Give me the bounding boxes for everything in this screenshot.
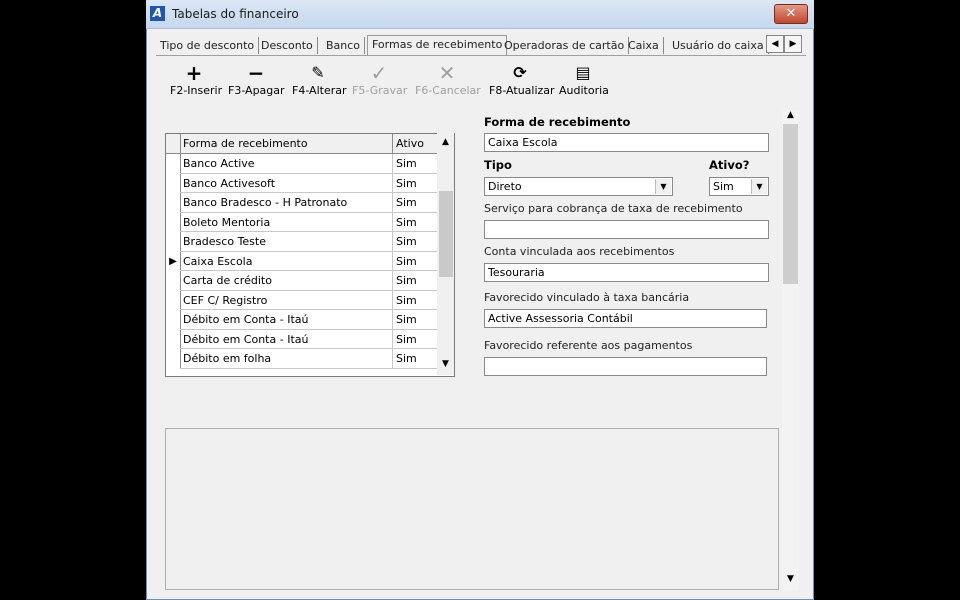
- delete-button[interactable]: − F3-Apagar: [228, 61, 285, 98]
- tab-usuario-do-caixa[interactable]: Usuário do caixa: [668, 37, 769, 54]
- scroll-up-icon[interactable]: ▲: [439, 137, 452, 147]
- table-cell-forma[interactable]: Bradesco Teste: [180, 232, 393, 251]
- row-indicator[interactable]: [166, 212, 181, 232]
- tab-banco[interactable]: Banco: [322, 37, 366, 54]
- ativo-label: Ativo?: [709, 158, 750, 172]
- table-cell-forma[interactable]: Banco Active: [180, 154, 393, 173]
- favorecido-pag-field[interactable]: [484, 357, 767, 376]
- conta-label: Conta vinculada aos recebimentos: [484, 245, 675, 258]
- refresh-label: F8-Atualizar: [489, 84, 555, 97]
- row-indicator[interactable]: [166, 310, 181, 329]
- tab-scroll-left-icon[interactable]: ◀: [766, 35, 784, 53]
- row-indicator[interactable]: [166, 329, 181, 349]
- grid-header-indicator: [166, 134, 181, 153]
- row-indicator[interactable]: [166, 173, 181, 193]
- conta-field[interactable]: Tesouraria: [484, 263, 769, 282]
- tipo-select[interactable]: Direto ▼: [484, 177, 673, 196]
- x-icon: ✕: [438, 61, 456, 85]
- insert-button[interactable]: + F2-Inserir: [170, 61, 223, 98]
- insert-label: F2-Inserir: [170, 84, 223, 97]
- tab-operadoras-de-cartao[interactable]: Operadoras de cartão: [500, 37, 630, 54]
- audit-icon: ▤: [575, 63, 591, 82]
- chevron-down-icon[interactable]: ▼: [655, 179, 671, 194]
- row-indicator[interactable]: ▶: [166, 251, 181, 271]
- refresh-icon: ⟳: [513, 63, 527, 82]
- bottom-panel: [165, 428, 779, 590]
- table-cell-forma[interactable]: Carta de crédito: [180, 271, 393, 290]
- tab-divider: [156, 55, 806, 56]
- row-indicator[interactable]: [166, 232, 181, 251]
- grid-header: Forma de recebimento Ativo: [166, 134, 454, 154]
- servico-label: Serviço para cobrança de taxa de recebim…: [484, 202, 743, 215]
- table-cell-forma[interactable]: CEF C/ Registro: [180, 290, 393, 310]
- save-label: F5-Gravar: [352, 84, 408, 97]
- favorecido-taxa-field[interactable]: Active Assessoria Contábil: [484, 309, 767, 328]
- grid-scrollbar[interactable]: ▲ ▼: [437, 133, 454, 375]
- row-indicator[interactable]: [166, 271, 181, 290]
- table-cell-forma[interactable]: Débito em folha: [180, 349, 393, 368]
- refresh-button[interactable]: ⟳ F8-Atualizar: [489, 62, 555, 98]
- table-cell-forma[interactable]: Caixa Escola: [180, 251, 393, 271]
- plus-icon: +: [185, 61, 203, 85]
- audit-label: Auditoria: [559, 84, 609, 97]
- tab-scroll-right-icon[interactable]: ▶: [784, 35, 802, 53]
- title-bar: A Tabelas do financeiro ✕: [146, 0, 814, 29]
- tab-formas-de-recebimento[interactable]: Formas de recebimento: [367, 35, 508, 55]
- edit-icon: ✎: [311, 63, 325, 82]
- tipo-value: Direto: [488, 180, 522, 193]
- forma-label: Forma de recebimento: [484, 115, 631, 129]
- scroll-down-icon[interactable]: ▼: [784, 574, 797, 584]
- favorecido-taxa-label: Favorecido vinculado à taxa bancária: [484, 291, 690, 304]
- ativo-value: Sim: [713, 180, 734, 193]
- scroll-down-icon[interactable]: ▼: [439, 359, 452, 369]
- favorecido-pag-label: Favorecido referente aos pagamentos: [484, 339, 693, 352]
- cancel-button[interactable]: ✕ F6-Cancelar: [415, 61, 481, 98]
- tipo-label: Tipo: [484, 158, 512, 172]
- app-logo-icon: A: [150, 6, 165, 21]
- table-cell-forma[interactable]: Banco Bradesco - H Patronato: [180, 193, 393, 212]
- tab-caixa[interactable]: Caixa: [624, 37, 664, 54]
- close-button[interactable]: ✕: [774, 4, 808, 24]
- forma-field[interactable]: Caixa Escola: [484, 133, 769, 152]
- edit-label: F4-Alterar: [292, 84, 347, 97]
- check-icon: ✓: [370, 61, 388, 85]
- forma-recebimento-grid[interactable]: Forma de recebimento Ativo Banco Active S…: [165, 133, 455, 377]
- chevron-down-icon[interactable]: ▼: [751, 179, 767, 194]
- table-cell-forma[interactable]: Banco Activesoft: [180, 173, 393, 193]
- tab-strip: Tipo de desconto Desconto Banco Formas d…: [156, 35, 806, 55]
- servico-field[interactable]: [484, 220, 769, 239]
- table-cell-forma[interactable]: Débito em Conta - Itaú: [180, 310, 393, 329]
- form-scrollbar[interactable]: ▲ ▼: [782, 110, 799, 590]
- grid-scroll-thumb[interactable]: [439, 191, 453, 277]
- save-button[interactable]: ✓ F5-Gravar: [352, 61, 408, 98]
- row-divider: [180, 367, 452, 369]
- table-cell-forma[interactable]: Boleto Mentoria: [180, 212, 393, 232]
- cancel-label: F6-Cancelar: [415, 84, 481, 97]
- row-indicator[interactable]: [166, 290, 181, 310]
- edit-button[interactable]: ✎ F4-Alterar: [292, 62, 347, 98]
- tab-desconto[interactable]: Desconto: [257, 37, 318, 54]
- scroll-up-icon[interactable]: ▲: [784, 110, 797, 120]
- tab-scroll-arrows: ◀ ▶: [764, 35, 804, 53]
- window-title: Tabelas do financeiro: [172, 7, 299, 21]
- table-cell-forma[interactable]: Débito em Conta - Itaú: [180, 329, 393, 349]
- minus-icon: −: [247, 61, 265, 85]
- row-indicator[interactable]: [166, 154, 181, 173]
- audit-button[interactable]: ▤ Auditoria: [559, 62, 609, 98]
- row-indicator[interactable]: [166, 349, 181, 368]
- tab-tipo-de-desconto[interactable]: Tipo de desconto: [156, 37, 260, 54]
- main-window: A Tabelas do financeiro ✕ Tipo de descon…: [146, 0, 814, 600]
- row-indicator[interactable]: [166, 193, 181, 212]
- ativo-select[interactable]: Sim ▼: [709, 177, 769, 196]
- column-header-forma[interactable]: Forma de recebimento: [180, 134, 393, 153]
- form-scroll-thumb[interactable]: [783, 124, 798, 284]
- delete-label: F3-Apagar: [228, 84, 285, 97]
